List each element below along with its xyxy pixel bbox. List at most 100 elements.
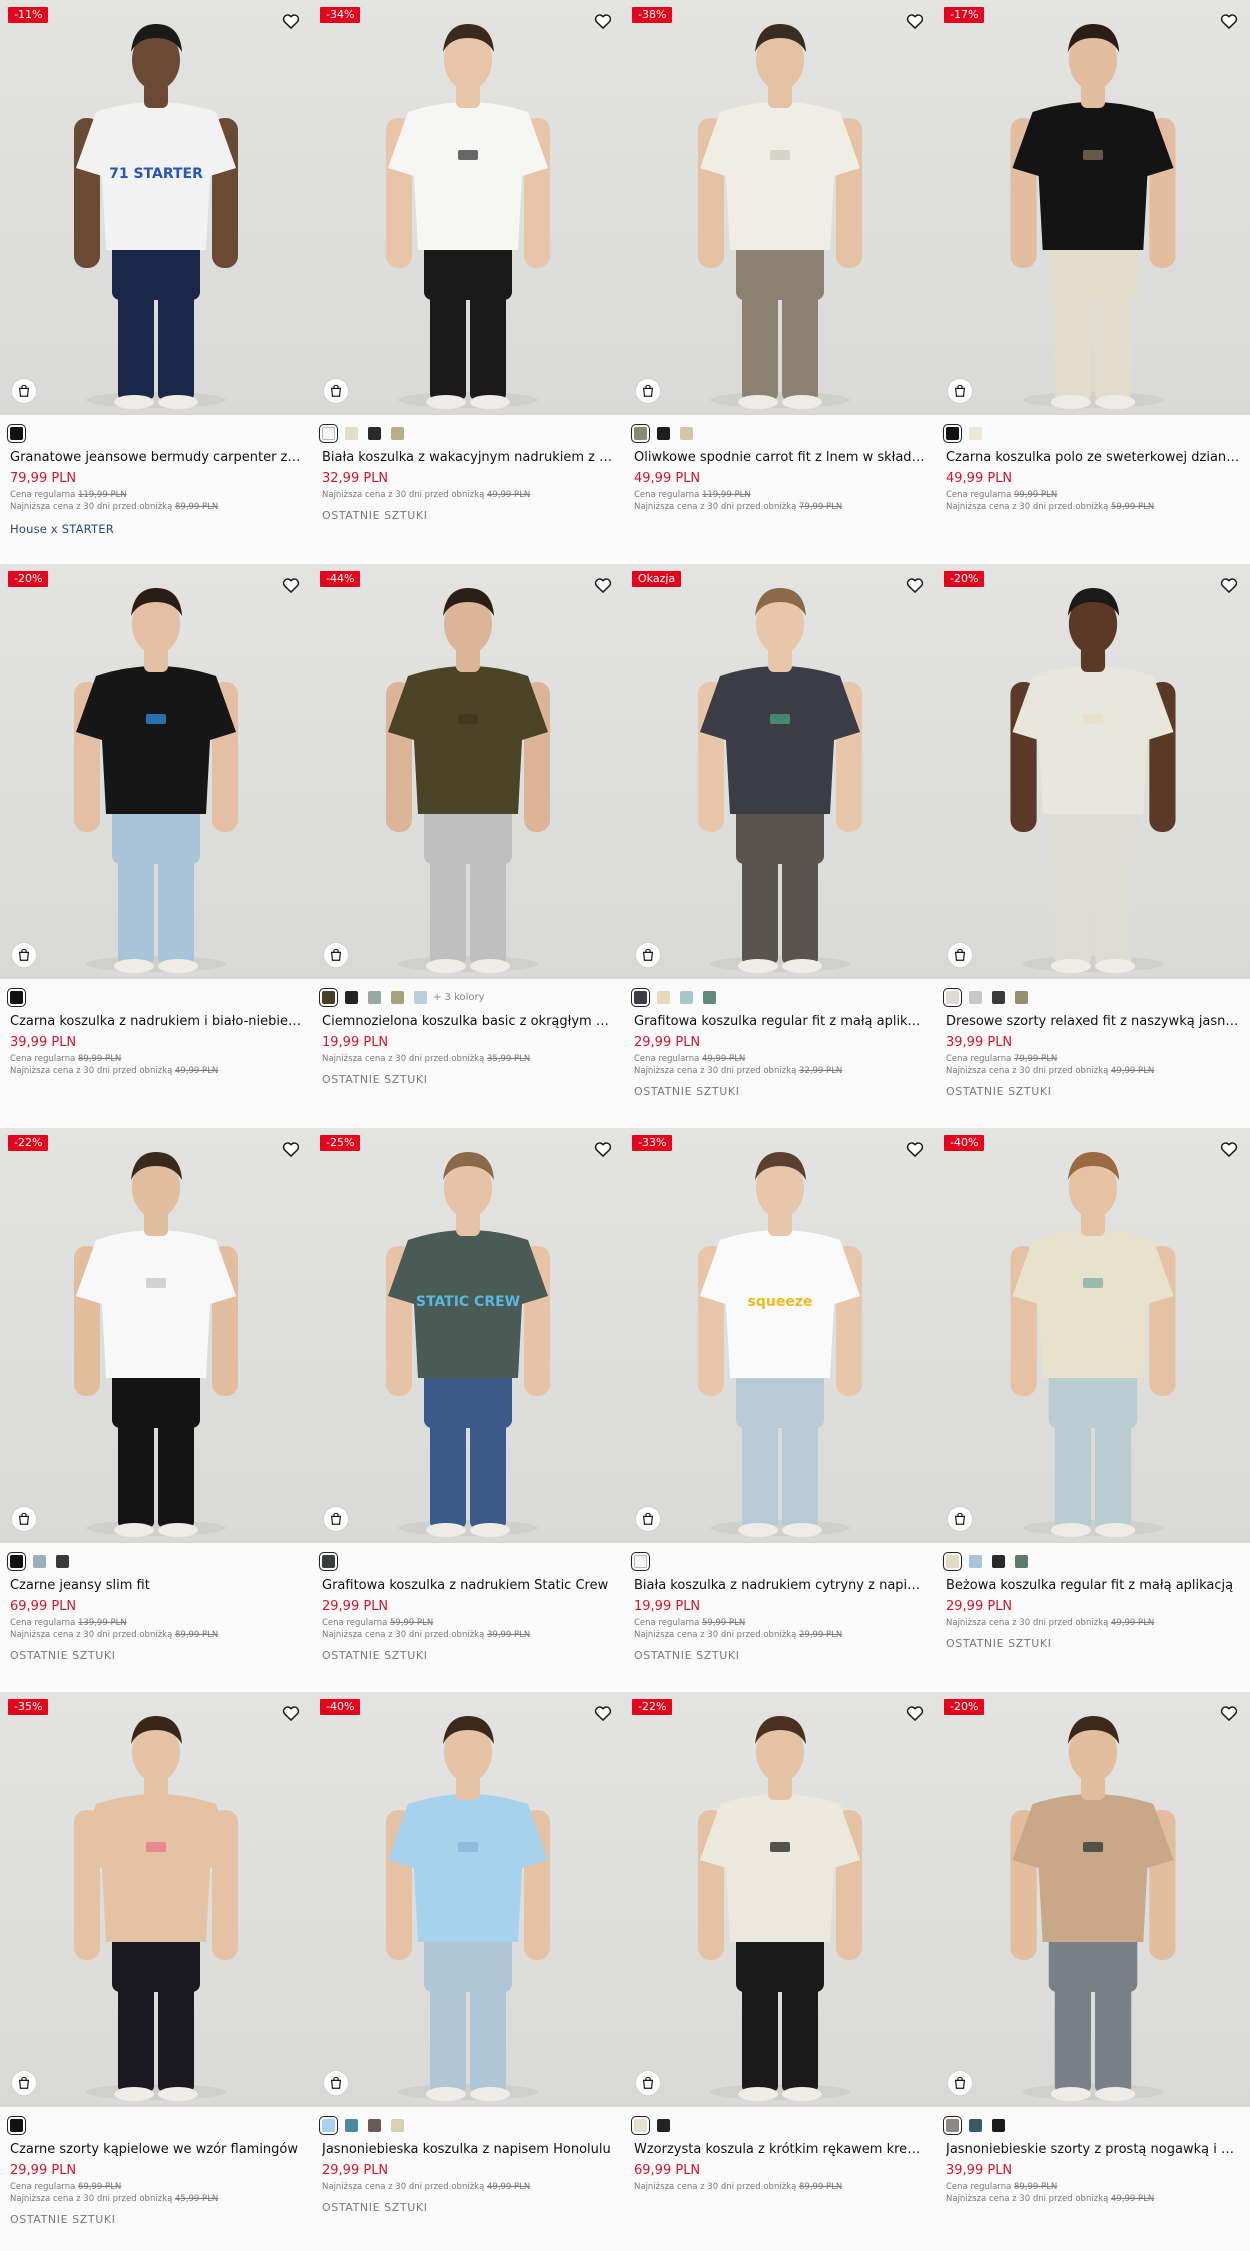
product-name[interactable]: Wzorzysta koszula z krótkim rękawem krem… (634, 2141, 926, 2159)
product-name[interactable]: Czarna koszulka polo ze sweterkowej dzia… (946, 449, 1240, 467)
product-photo[interactable]: -44% (312, 564, 624, 979)
color-swatch[interactable] (319, 1552, 338, 1571)
product-card[interactable]: -38% Oliwkowe spodnie carrot fit z lnem … (624, 0, 936, 564)
color-swatch[interactable] (680, 427, 693, 440)
add-to-bag-button[interactable] (323, 378, 349, 404)
add-to-bag-button[interactable] (11, 942, 37, 968)
color-swatch[interactable] (319, 988, 338, 1007)
product-name[interactable]: Ciemnozielona koszulka basic z okrągłym … (322, 1013, 614, 1031)
heart-icon[interactable] (281, 1139, 301, 1159)
color-swatch[interactable] (992, 2119, 1005, 2132)
product-name[interactable]: Beżowa koszulka regular fit z małą aplik… (946, 1577, 1240, 1595)
color-swatch[interactable] (943, 424, 962, 443)
product-card[interactable]: STATIC CREW -25% Grafitowa koszulka z na… (312, 1128, 624, 1692)
add-to-bag-button[interactable] (947, 2070, 973, 2096)
color-swatch[interactable] (943, 988, 962, 1007)
heart-icon[interactable] (1219, 1139, 1239, 1159)
product-card[interactable]: -20% Dresowe szorty relaxed fit z naszyw… (936, 564, 1250, 1128)
color-swatch[interactable] (33, 1555, 46, 1568)
add-to-bag-button[interactable] (11, 1506, 37, 1532)
color-swatch[interactable] (7, 2116, 26, 2135)
color-swatch[interactable] (992, 991, 1005, 1004)
heart-icon[interactable] (281, 575, 301, 595)
product-name[interactable]: Dresowe szorty relaxed fit z naszywką ja… (946, 1013, 1240, 1031)
color-swatch[interactable] (703, 991, 716, 1004)
product-name[interactable]: Oliwkowe spodnie carrot fit z lnem w skł… (634, 449, 926, 467)
color-swatch[interactable] (368, 427, 381, 440)
color-swatch[interactable] (680, 991, 693, 1004)
product-card[interactable]: -34% Biała koszulka z wakacyjnym nadruki… (312, 0, 624, 564)
heart-icon[interactable] (281, 1703, 301, 1723)
product-name[interactable]: Jasnoniebieskie szorty z prostą nogawką … (946, 2141, 1240, 2159)
product-photo[interactable]: Okazja (624, 564, 936, 979)
product-photo[interactable]: -35% (0, 1692, 312, 2107)
product-name[interactable]: Czarne szorty kąpielowe we wzór flamingó… (10, 2141, 302, 2159)
color-swatch[interactable] (969, 991, 982, 1004)
color-swatch[interactable] (969, 2119, 982, 2132)
heart-icon[interactable] (905, 11, 925, 31)
heart-icon[interactable] (1219, 575, 1239, 595)
color-swatch[interactable] (969, 427, 982, 440)
add-to-bag-button[interactable] (11, 378, 37, 404)
heart-icon[interactable] (905, 1703, 925, 1723)
color-swatch[interactable] (943, 1552, 962, 1571)
heart-icon[interactable] (593, 11, 613, 31)
color-swatch[interactable] (56, 1555, 69, 1568)
color-swatch[interactable] (631, 424, 650, 443)
color-swatch[interactable] (7, 988, 26, 1007)
color-swatch[interactable] (319, 2116, 338, 2135)
product-photo[interactable]: 71 STARTER -11% (0, 0, 312, 415)
product-card[interactable]: -20% Czarna koszulka z nadrukiem i biało… (0, 564, 312, 1128)
product-name[interactable]: Biała koszulka z wakacyjnym nadrukiem z … (322, 449, 614, 467)
color-swatch[interactable] (7, 1552, 26, 1571)
add-to-bag-button[interactable] (947, 942, 973, 968)
heart-icon[interactable] (593, 1139, 613, 1159)
heart-icon[interactable] (593, 575, 613, 595)
product-photo[interactable]: -34% (312, 0, 624, 415)
color-swatch[interactable] (345, 991, 358, 1004)
color-swatch[interactable] (657, 2119, 670, 2132)
color-swatch[interactable] (631, 1552, 650, 1571)
color-swatch[interactable] (1015, 991, 1028, 1004)
heart-icon[interactable] (593, 1703, 613, 1723)
color-swatch[interactable] (368, 2119, 381, 2132)
color-swatch[interactable] (345, 427, 358, 440)
product-card[interactable]: -22% Wzorzysta koszula z krótkim rękawem… (624, 1692, 936, 2251)
product-photo[interactable]: -20% (0, 564, 312, 979)
add-to-bag-button[interactable] (635, 378, 661, 404)
color-swatch[interactable] (391, 2119, 404, 2132)
product-photo[interactable]: -22% (0, 1128, 312, 1543)
product-photo[interactable]: -40% (936, 1128, 1250, 1543)
product-photo[interactable]: -40% (312, 1692, 624, 2107)
heart-icon[interactable] (905, 575, 925, 595)
heart-icon[interactable] (1219, 11, 1239, 31)
collection-link[interactable]: House x STARTER (10, 522, 302, 536)
product-photo[interactable]: -17% (936, 0, 1250, 415)
color-swatch[interactable] (1015, 1555, 1028, 1568)
add-to-bag-button[interactable] (635, 1506, 661, 1532)
product-name[interactable]: Jasnoniebieska koszulka z napisem Honolu… (322, 2141, 614, 2159)
product-name[interactable]: Biała koszulka z nadrukiem cytryny z nap… (634, 1577, 926, 1595)
product-card[interactable]: -22% Czarne jeansy slim fit 69,99 PLN Ce… (0, 1128, 312, 1692)
heart-icon[interactable] (905, 1139, 925, 1159)
product-name[interactable]: Czarne jeansy slim fit (10, 1577, 302, 1595)
product-photo[interactable]: -22% (624, 1692, 936, 2107)
product-name[interactable]: Grafitowa koszulka regular fit z małą ap… (634, 1013, 926, 1031)
product-photo[interactable]: -38% (624, 0, 936, 415)
color-swatch[interactable] (345, 2119, 358, 2132)
more-colors-label[interactable]: + 3 kolory (433, 992, 485, 1003)
product-card[interactable]: Okazja Grafitowa koszulka regular fit z … (624, 564, 936, 1128)
color-swatch[interactable] (391, 991, 404, 1004)
add-to-bag-button[interactable] (947, 1506, 973, 1532)
product-photo[interactable]: -20% (936, 1692, 1250, 2107)
color-swatch[interactable] (631, 2116, 650, 2135)
product-card[interactable]: -44% + 3 kolory Ciemnozielona koszulka b… (312, 564, 624, 1128)
add-to-bag-button[interactable] (11, 2070, 37, 2096)
product-card[interactable]: -40% Jasnoniebieska koszulka z napisem H… (312, 1692, 624, 2251)
product-card[interactable]: -17% Czarna koszulka polo ze sweterkowej… (936, 0, 1250, 564)
color-swatch[interactable] (992, 1555, 1005, 1568)
color-swatch[interactable] (368, 991, 381, 1004)
product-name[interactable]: Grafitowa koszulka z nadrukiem Static Cr… (322, 1577, 614, 1595)
product-card[interactable]: squeeze -33% Biała koszulka z nadrukiem … (624, 1128, 936, 1692)
heart-icon[interactable] (281, 11, 301, 31)
